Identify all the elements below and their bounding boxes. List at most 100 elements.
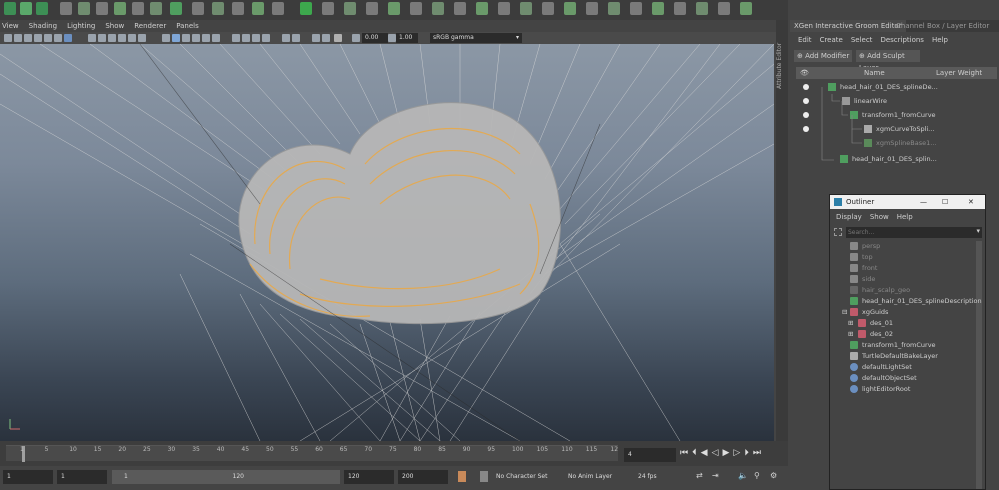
step-forward-key-icon[interactable]: ⏵ <box>744 448 749 460</box>
xray-icon[interactable] <box>292 34 300 42</box>
outliner-item-turtle-bake[interactable]: TurtleDefaultBakeLayer <box>830 351 980 362</box>
anim-layer-dropdown[interactable]: No Anim Layer <box>564 470 630 484</box>
shelf-icon-33[interactable] <box>674 2 686 15</box>
shelf-icon-19[interactable] <box>366 2 378 15</box>
shelf-icon-31[interactable] <box>630 2 642 15</box>
use-all-lights-icon[interactable] <box>202 34 210 42</box>
color-management-icon[interactable] <box>334 34 342 42</box>
fps-dropdown[interactable]: 24 fps <box>634 470 686 484</box>
outliner-item-front[interactable]: front <box>830 263 980 274</box>
playback-speed-icon[interactable]: ⇥ <box>712 471 719 480</box>
go-to-start-icon[interactable]: ⏮ <box>680 448 688 460</box>
viewport-menu-show[interactable]: Show <box>105 22 124 30</box>
shelf-icon-27[interactable] <box>542 2 554 15</box>
shelf-icon-18[interactable] <box>344 2 356 15</box>
outliner-item-transform[interactable]: transform1_fromCurve <box>830 340 980 351</box>
shelf-icon-16[interactable] <box>300 2 312 15</box>
safe-title-icon[interactable] <box>138 34 146 42</box>
perspective-viewport[interactable] <box>0 44 774 441</box>
camera-attr-icon[interactable] <box>14 34 22 42</box>
time-slider[interactable]: 1 5 10 15 20 25 30 35 40 45 50 55 60 65 70 75 80 85 90 95 10… <box>0 441 788 466</box>
outliner-item-default-object-set[interactable]: defaultObjectSet <box>830 373 980 384</box>
xray-joints-icon[interactable] <box>312 34 320 42</box>
isolate-select-icon[interactable] <box>282 34 290 42</box>
outliner-menu-show[interactable]: Show <box>870 213 889 223</box>
maximize-icon[interactable]: ☐ <box>942 195 948 209</box>
viewport-menu-renderer[interactable]: Renderer <box>134 22 166 30</box>
playback-start-field[interactable]: 1 <box>57 470 107 484</box>
outliner-menu-display[interactable]: Display <box>836 213 862 223</box>
viewport-menu-shading[interactable]: Shading <box>29 22 57 30</box>
outliner-item-des-01[interactable]: ⊞ des_01 <box>830 318 980 329</box>
shelf-icon-21[interactable] <box>410 2 422 15</box>
column-name[interactable]: Name <box>864 67 885 79</box>
xgen-menu-edit[interactable]: Edit <box>798 36 812 48</box>
close-icon[interactable]: ✕ <box>968 195 974 209</box>
shelf-icon-32[interactable] <box>652 2 664 15</box>
start-time-field[interactable]: 1 <box>3 470 53 484</box>
bookmark-icon[interactable] <box>24 34 32 42</box>
outliner-item-default-light-set[interactable]: defaultLightSet <box>830 362 980 373</box>
expand-icon[interactable]: ⊞ <box>848 329 853 340</box>
shelf-icon-34[interactable] <box>696 2 708 15</box>
shelf-icon-3[interactable] <box>36 2 48 15</box>
loop-icon[interactable]: ⇄ <box>696 471 703 480</box>
shelf-icon-14[interactable] <box>252 2 264 15</box>
range-slider[interactable]: 1 120 <box>112 470 340 484</box>
column-layer-weight[interactable]: Layer Weight <box>936 67 982 79</box>
character-set-dropdown[interactable]: No Character Set <box>492 470 556 484</box>
outliner-item-light-editor-root[interactable]: lightEditorRoot <box>830 384 980 395</box>
shelf-icon-35[interactable] <box>718 2 730 15</box>
tab-channel-box[interactable]: Channel Box / Layer Editor <box>892 20 993 32</box>
outliner-item-persp[interactable]: persp <box>830 241 980 252</box>
outliner-search-input[interactable] <box>846 227 982 238</box>
outliner-item-side[interactable]: side <box>830 274 980 285</box>
outliner-item-spline-description[interactable]: head_hair_01_DES_splineDescription <box>830 296 982 307</box>
viewport-menu-lighting[interactable]: Lighting <box>67 22 95 30</box>
filter-icon[interactable] <box>834 228 842 236</box>
xgen-menu-select[interactable]: Select <box>851 36 873 48</box>
collapse-icon[interactable]: ⊟ <box>842 307 847 318</box>
step-back-frame-icon[interactable]: ◀ <box>701 448 708 460</box>
minimize-icon[interactable]: — <box>920 195 927 209</box>
xgen-menu-help[interactable]: Help <box>932 36 948 48</box>
expand-icon[interactable]: ⊞ <box>848 318 853 329</box>
shelf-icon-10[interactable] <box>170 2 182 15</box>
xgen-menu-create[interactable]: Create <box>820 36 843 48</box>
image-plane-icon[interactable] <box>34 34 42 42</box>
textured-icon[interactable] <box>192 34 200 42</box>
depth-of-field-icon[interactable] <box>262 34 270 42</box>
shelf-icon-4[interactable] <box>60 2 72 15</box>
gate-mask-icon[interactable] <box>108 34 116 42</box>
preferences-icon[interactable]: ⚙ <box>770 471 777 480</box>
go-to-end-icon[interactable]: ⏭ <box>753 448 761 460</box>
outliner-item-des-02[interactable]: ⊞ des_02 <box>830 329 980 340</box>
shelf-icon-9[interactable] <box>150 2 162 15</box>
shelf-icon-12[interactable] <box>212 2 224 15</box>
step-back-key-icon[interactable]: ⏴ <box>692 448 697 460</box>
gamma-icon[interactable] <box>388 34 396 42</box>
add-sculpt-layer-button[interactable]: ⊕ Add Sculpt Layer <box>856 50 920 72</box>
shelf-icon-24[interactable] <box>476 2 488 15</box>
outliner-item-xgguids[interactable]: ⊟ xgGuids <box>830 307 980 318</box>
shelf-icon-13[interactable] <box>232 2 244 15</box>
safe-action-icon[interactable] <box>128 34 136 42</box>
character-icon[interactable]: ⚲ <box>754 471 760 480</box>
current-frame-field[interactable]: 4 <box>624 448 676 462</box>
anti-aliasing-icon[interactable] <box>252 34 260 42</box>
shelf-icon-22[interactable] <box>432 2 444 15</box>
wireframe-icon[interactable] <box>162 34 170 42</box>
xgen-menu-descriptions[interactable]: Descriptions <box>880 36 924 48</box>
outliner-menu-help[interactable]: Help <box>897 213 913 223</box>
viewport-menu-view[interactable]: View <box>2 22 19 30</box>
shelf-icon-29[interactable] <box>586 2 598 15</box>
tab-xgen-groom-editor[interactable]: XGen Interactive Groom Editor <box>790 20 906 32</box>
motion-blur-icon[interactable] <box>242 34 250 42</box>
grease-pencil-icon[interactable] <box>54 34 62 42</box>
shelf-icon-5[interactable] <box>78 2 90 15</box>
shelf-icon-20[interactable] <box>388 2 400 15</box>
playback-end-field[interactable]: 120 <box>344 470 394 484</box>
outliner-item-top[interactable]: top <box>830 252 980 263</box>
field-chart-icon[interactable] <box>118 34 126 42</box>
auto-key-icon[interactable] <box>458 471 466 482</box>
